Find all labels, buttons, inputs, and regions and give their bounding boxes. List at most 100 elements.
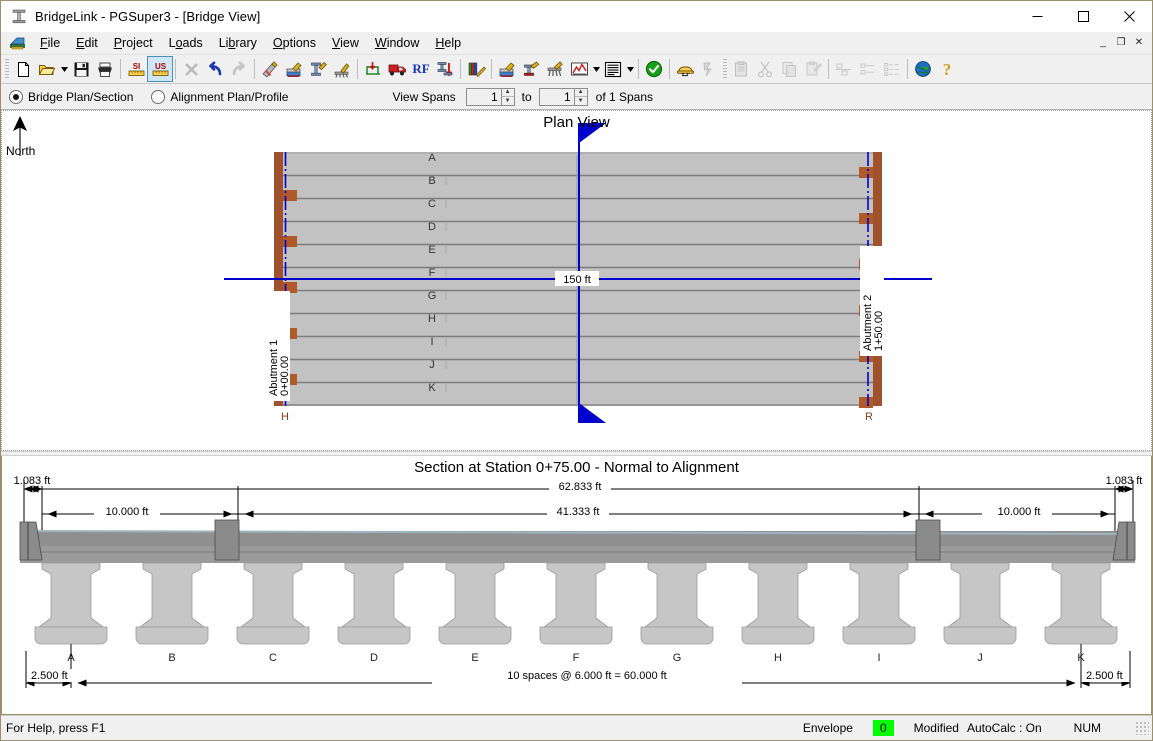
rating-icon[interactable]: RF	[409, 57, 433, 81]
section-view-title: Section at Station 0+75.00 - Normal to A…	[414, 459, 739, 476]
toolbar-separator	[175, 59, 176, 79]
right-barrier-shape	[1112, 521, 1136, 561]
section-view-pane[interactable]: Section at Station 0+75.00 - Normal to A…	[1, 456, 1152, 715]
radio-alignment-plan-profile-indicator[interactable]	[151, 89, 166, 104]
save-icon[interactable]	[69, 57, 93, 81]
mdi-minimize-button[interactable]: _	[1094, 34, 1112, 51]
span-from-spin-down[interactable]: ▼	[502, 97, 514, 105]
web-help-icon[interactable]	[911, 57, 935, 81]
us-units-icon[interactable]: US	[147, 56, 173, 82]
span-to-input[interactable]: 1	[538, 87, 575, 106]
toolbar-separator	[120, 59, 121, 79]
list-small-icon[interactable]	[856, 57, 880, 81]
span-from-spin-up[interactable]: ▲	[501, 89, 514, 97]
design-girder-icon[interactable]	[433, 57, 457, 81]
left-barrier-shape	[19, 521, 43, 561]
edit-deck-icon[interactable]	[282, 57, 306, 81]
menu-edit[interactable]: Edit	[68, 34, 106, 52]
redo-icon[interactable]	[227, 57, 251, 81]
plan-view-pane[interactable]: Plan View A B C D E F G H I J K 150 ft A…	[1, 110, 1152, 451]
graph-view-icon[interactable]	[567, 57, 591, 81]
mdi-client-area: Plan View A B C D E F G H I J K 150 ft A…	[1, 110, 1152, 715]
section-girder-label-I: I	[877, 652, 880, 664]
about-help-icon[interactable]: ?	[935, 57, 959, 81]
span-to-spin-up[interactable]: ▲	[574, 89, 587, 97]
status-autocalc[interactable]: AutoCalc : On	[963, 721, 1052, 735]
plan-girder-label-E: E	[428, 244, 435, 256]
abutment-2-label-group: Abutment 2 1+50.00	[860, 246, 885, 356]
copy-icon[interactable]	[777, 57, 801, 81]
spec-check-icon[interactable]	[642, 57, 666, 81]
section-view-drawing[interactable]: 62.833 ft 41.333 ft 10.000 ft 10.000 ft …	[2, 456, 1152, 715]
maximize-button[interactable]	[1060, 1, 1106, 32]
of-spans-label: of 1 Spans	[595, 89, 654, 104]
plan-girder-label-D: D	[428, 221, 436, 233]
new-file-icon[interactable]	[11, 57, 35, 81]
delete-icon[interactable]	[179, 57, 203, 81]
mdi-child-controls: _ ❐ ✕	[1094, 34, 1148, 51]
loads-icon[interactable]	[361, 57, 385, 81]
girder-H-shape	[741, 562, 815, 645]
right-interior-barrier-shape	[915, 519, 941, 561]
design-helper-icon[interactable]	[673, 57, 697, 81]
undo-icon[interactable]	[203, 57, 227, 81]
menu-project[interactable]: Project	[106, 34, 161, 52]
library-editor-icon[interactable]	[464, 57, 488, 81]
paste-special-icon[interactable]	[729, 57, 753, 81]
mdi-restore-button[interactable]: ❐	[1112, 34, 1130, 51]
graph-dropdown-caret-icon[interactable]	[591, 57, 601, 81]
menu-library[interactable]: Library	[211, 34, 265, 52]
toolbar-grip[interactable]	[5, 59, 9, 79]
edit-bridge-icon[interactable]	[258, 57, 282, 81]
svg-text:SI: SI	[132, 62, 140, 71]
radio-alignment-plan-profile-label: Alignment Plan/Profile	[170, 89, 289, 104]
plan-view-drawing[interactable]: A B C D E F G H I J K 150 ft Abutment 1 …	[2, 111, 1152, 450]
resize-grip[interactable]	[1135, 721, 1149, 735]
radio-alignment-plan-profile[interactable]: Alignment Plan/Profile	[151, 89, 289, 104]
span-from-spinner[interactable]: ▲ ▼	[501, 87, 515, 106]
close-button[interactable]	[1106, 1, 1152, 32]
dim-left-barrier-group: 1.083 ft	[14, 475, 50, 493]
status-envelope[interactable]: Envelope	[793, 721, 863, 735]
open-dropdown-caret-icon[interactable]	[59, 57, 69, 81]
paste-icon[interactable]	[801, 57, 825, 81]
menu-window[interactable]: Window	[367, 34, 427, 52]
minimize-button[interactable]	[1014, 1, 1060, 32]
status-count-cell[interactable]: 0	[863, 720, 904, 736]
cut-icon[interactable]	[753, 57, 777, 81]
pier-view-icon[interactable]	[543, 57, 567, 81]
mdi-close-button[interactable]: ✕	[1130, 34, 1148, 51]
menu-help[interactable]: Help	[427, 34, 469, 52]
open-file-icon[interactable]	[35, 57, 59, 81]
analysis-icon[interactable]	[697, 57, 721, 81]
plan-girder-label-H: H	[428, 313, 436, 325]
menu-file[interactable]: File	[32, 34, 68, 52]
toolbar-grip[interactable]	[723, 59, 727, 79]
span-to-spin-down[interactable]: ▼	[575, 97, 587, 105]
toolbar-separator	[460, 59, 461, 79]
span-from-input[interactable]: 1	[465, 87, 502, 106]
app-icon	[10, 8, 28, 26]
report-view-icon[interactable]	[601, 57, 625, 81]
edit-pier-icon[interactable]	[330, 57, 354, 81]
section-girders	[34, 562, 1118, 645]
list-detail-icon[interactable]	[880, 57, 904, 81]
report-dropdown-caret-icon[interactable]	[625, 57, 635, 81]
menu-view[interactable]: View	[324, 34, 367, 52]
status-help-text: For Help, press F1	[6, 721, 106, 735]
girder-view-icon[interactable]	[519, 57, 543, 81]
menu-loads[interactable]: Loads	[161, 34, 211, 52]
live-load-truck-icon[interactable]	[385, 57, 409, 81]
deck-view-icon[interactable]	[495, 57, 519, 81]
align-left-icon[interactable]	[832, 57, 856, 81]
edit-girder-icon[interactable]	[306, 57, 330, 81]
to-label: to	[521, 89, 532, 104]
radio-bridge-plan-section-indicator[interactable]	[9, 89, 23, 104]
print-icon[interactable]	[93, 57, 117, 81]
title-bar: BridgeLink - PGSuper3 - [Bridge View]	[1, 1, 1152, 32]
menu-options[interactable]: Options	[265, 34, 324, 52]
dim-roadway-label: 41.333 ft	[557, 506, 600, 518]
si-units-icon[interactable]: SI	[124, 57, 148, 81]
span-to-spinner[interactable]: ▲ ▼	[574, 87, 588, 106]
radio-bridge-plan-section[interactable]: Bridge Plan/Section	[9, 89, 133, 104]
